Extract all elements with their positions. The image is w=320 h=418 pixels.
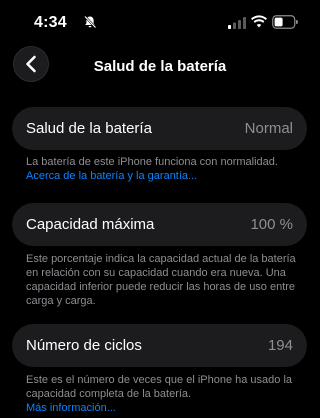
cycle-count-description: Este es el número de veces que el iPhone… — [26, 374, 293, 400]
cycle-count-footnote: Este es el número de veces que el iPhone… — [26, 373, 306, 415]
maximum-capacity-footnote: Este porcentaje indica la capacidad actu… — [26, 252, 306, 308]
battery-health-footnote: La batería de este iPhone funciona con n… — [26, 155, 306, 183]
battery-health-description: La batería de este iPhone funciona con n… — [26, 156, 278, 168]
battery-icon — [272, 15, 298, 29]
maximum-capacity-description: Este porcentaje indica la capacidad actu… — [26, 253, 296, 307]
page-title: Salud de la batería — [93, 58, 227, 75]
battery-warranty-link[interactable]: Acerca de la batería y la garantía... — [26, 169, 306, 183]
cycle-count-value: 194 — [267, 337, 293, 354]
signal-icon — [228, 17, 246, 29]
battery-health-row: Salud de la batería Normal — [12, 107, 307, 150]
bell-slash-icon — [84, 15, 97, 29]
status-bar: 4:34 — [0, 0, 320, 44]
wifi-icon — [251, 15, 267, 28]
maximum-capacity-row: Capacidad máxima 100 % — [12, 203, 307, 246]
cycle-count-row: Número de ciclos 194 — [12, 324, 307, 367]
cycle-count-label: Número de ciclos — [26, 337, 142, 354]
maximum-capacity-label: Capacidad máxima — [26, 216, 155, 233]
more-info-link[interactable]: Más información... — [26, 401, 306, 415]
battery-health-value: Normal — [244, 120, 293, 137]
status-time: 4:34 — [34, 14, 67, 31]
maximum-capacity-value: 100 % — [250, 216, 293, 233]
battery-health-label: Salud de la batería — [26, 120, 152, 137]
